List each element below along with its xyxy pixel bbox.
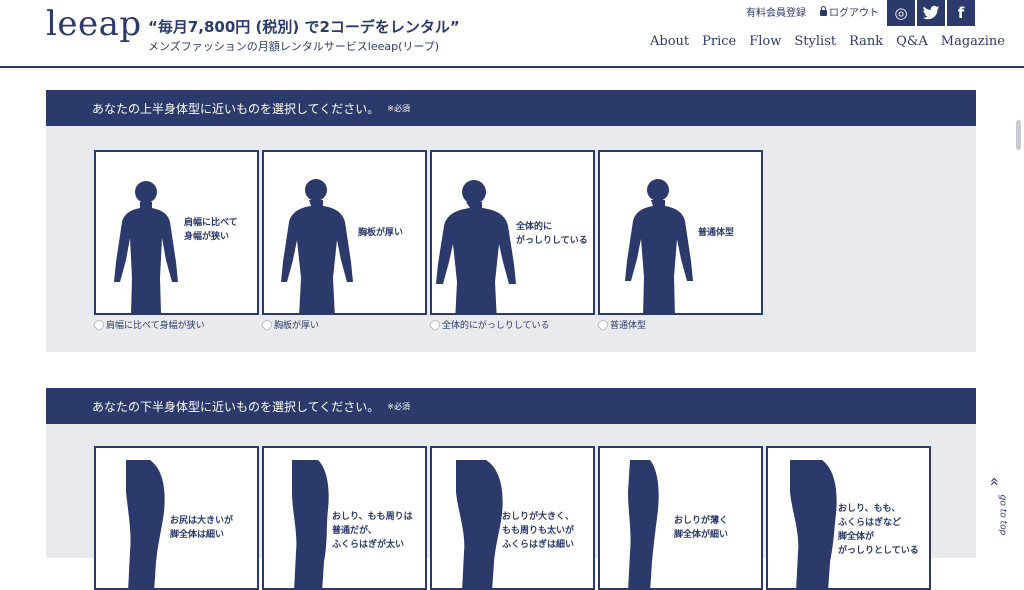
upper-body-heading: あなたの上半身体型に近いものを選択してください。 ※必須 bbox=[46, 90, 976, 126]
body-card[interactable]: 普通体型 bbox=[598, 150, 763, 315]
card-caption: おしりが大きく、 もも周りも太いが ふくらはぎは細い bbox=[502, 512, 575, 550]
body-card[interactable]: 全体的に がっしりしている bbox=[430, 150, 595, 315]
lower-body-heading: あなたの下半身体型に近いものを選択してください。 ※必須 bbox=[46, 388, 976, 424]
radio-option[interactable]: 全体的にがっしりしている bbox=[430, 318, 595, 331]
lower-body-options: お尻は大きいが 脚全体は細い おしり、もも周りは 普通だが、 ふくらはぎが太い … bbox=[94, 446, 931, 590]
social-links: ◎ f bbox=[887, 0, 975, 26]
upper-body-section: あなたの上半身体型に近いものを選択してください。 ※必須 肩幅に比べて 身幅が狭… bbox=[46, 90, 976, 352]
card-caption: お尻は大きいが 脚全体は細い bbox=[170, 516, 234, 540]
upper-body-title: あなたの上半身体型に近いものを選択してください。 bbox=[92, 101, 380, 116]
nav-price[interactable]: Price bbox=[702, 34, 736, 49]
main-nav: About Price Flow Stylist Rank Q&A Magazi… bbox=[650, 34, 1005, 49]
radio-label: 肩幅に比べて身幅が狭い bbox=[106, 321, 205, 331]
card-caption: 肩幅に比べて 身幅が狭い bbox=[184, 218, 238, 242]
body-card[interactable]: 胸板が厚い bbox=[262, 150, 427, 315]
radio-option[interactable]: 肩幅に比べて身幅が狭い bbox=[94, 318, 259, 331]
card-caption: 胸板が厚い bbox=[358, 228, 404, 238]
nav-flow[interactable]: Flow bbox=[749, 34, 781, 49]
facebook-icon[interactable]: f bbox=[947, 0, 975, 26]
required-mark: ※必須 bbox=[387, 103, 410, 113]
upper-option-narrow[interactable]: 肩幅に比べて 身幅が狭い 肩幅に比べて身幅が狭い bbox=[94, 150, 259, 331]
radio-option[interactable]: 胸板が厚い bbox=[262, 318, 427, 331]
radio-label: 胸板が厚い bbox=[274, 321, 320, 331]
card-caption: おしり、もも周りは 普通だが、 ふくらはぎが太い bbox=[332, 512, 413, 550]
lower-option-card[interactable]: おしりが大きく、 もも周りも太いが ふくらはぎは細い bbox=[430, 446, 595, 590]
radio-button[interactable] bbox=[430, 319, 440, 330]
nav-rank[interactable]: Rank bbox=[849, 34, 883, 49]
instagram-icon[interactable]: ◎ bbox=[887, 0, 915, 26]
upper-body-options: 肩幅に比べて 身幅が狭い 肩幅に比べて身幅が狭い 胸板が厚い 胸板が厚い 全体的… bbox=[94, 150, 763, 331]
twitter-icon[interactable] bbox=[917, 0, 945, 26]
normal-body-figure bbox=[625, 179, 693, 313]
go-to-top-label: go to top bbox=[997, 494, 1008, 536]
member-register-link[interactable]: 有料会員登録 bbox=[746, 4, 806, 19]
card-caption: おしりが薄く 脚全体が細い bbox=[674, 516, 729, 540]
top-links: 有料会員登録 ログアウト bbox=[746, 4, 879, 19]
twitter-bird-shape bbox=[922, 5, 940, 20]
card-caption: おしり、もも、 ふくらはぎなど 脚全体が がっしりとしている bbox=[838, 504, 919, 556]
required-mark: ※必須 bbox=[387, 401, 410, 411]
card-caption: 普通体型 bbox=[698, 228, 735, 238]
tagline: “毎月7,800円 (税別) で2コーデをレンタル” bbox=[148, 18, 460, 36]
subline: メンズファッションの月額レンタルサービスleeap(リープ) bbox=[148, 40, 440, 53]
upper-option-chest[interactable]: 胸板が厚い 胸板が厚い bbox=[262, 150, 427, 331]
double-chevron-up-icon: « bbox=[985, 476, 1005, 487]
nav-stylist[interactable]: Stylist bbox=[794, 34, 836, 49]
lower-option-card[interactable]: おしりが薄く 脚全体が細い bbox=[598, 446, 763, 590]
nav-about[interactable]: About bbox=[650, 34, 689, 49]
radio-label: 普通体型 bbox=[610, 321, 647, 331]
lower-option-card[interactable]: おしり、もも周りは 普通だが、 ふくらはぎが太い bbox=[262, 446, 427, 590]
radio-label: 全体的にがっしりしている bbox=[442, 321, 550, 331]
lower-option-card[interactable]: おしり、もも、 ふくらはぎなど 脚全体が がっしりとしている bbox=[766, 446, 931, 590]
lower-body-section: あなたの下半身体型に近いものを選択してください。 ※必須 お尻は大きいが 脚全体… bbox=[46, 388, 976, 590]
go-to-top-button[interactable]: « go to top bbox=[978, 470, 1018, 540]
lower-body-title: あなたの下半身体型に近いものを選択してください。 bbox=[92, 399, 380, 414]
nav-qa[interactable]: Q&A bbox=[896, 34, 928, 49]
site-logo[interactable]: leeap bbox=[46, 4, 142, 44]
radio-option[interactable]: 普通体型 bbox=[598, 318, 763, 331]
nav-magazine[interactable]: Magazine bbox=[941, 34, 1005, 49]
radio-button[interactable] bbox=[262, 319, 272, 330]
scrollbar-thumb[interactable] bbox=[1016, 120, 1021, 150]
upper-option-broad[interactable]: 全体的に がっしりしている 全体的にがっしりしている bbox=[430, 150, 595, 331]
site-header: leeap “毎月7,800円 (税別) で2コーデをレンタル” メンズファッシ… bbox=[0, 0, 1024, 68]
radio-button[interactable] bbox=[94, 319, 104, 330]
upper-option-normal[interactable]: 普通体型 普通体型 bbox=[598, 150, 763, 331]
card-caption: 全体的に がっしりしている bbox=[516, 222, 588, 246]
body-card[interactable]: 肩幅に比べて 身幅が狭い bbox=[94, 150, 259, 315]
lock-icon bbox=[820, 6, 827, 16]
radio-button[interactable] bbox=[598, 319, 608, 330]
logout-label: ログアウト bbox=[829, 8, 879, 19]
logout-link[interactable]: ログアウト bbox=[820, 4, 879, 19]
lower-option-card[interactable]: お尻は大きいが 脚全体は細い bbox=[94, 446, 259, 590]
